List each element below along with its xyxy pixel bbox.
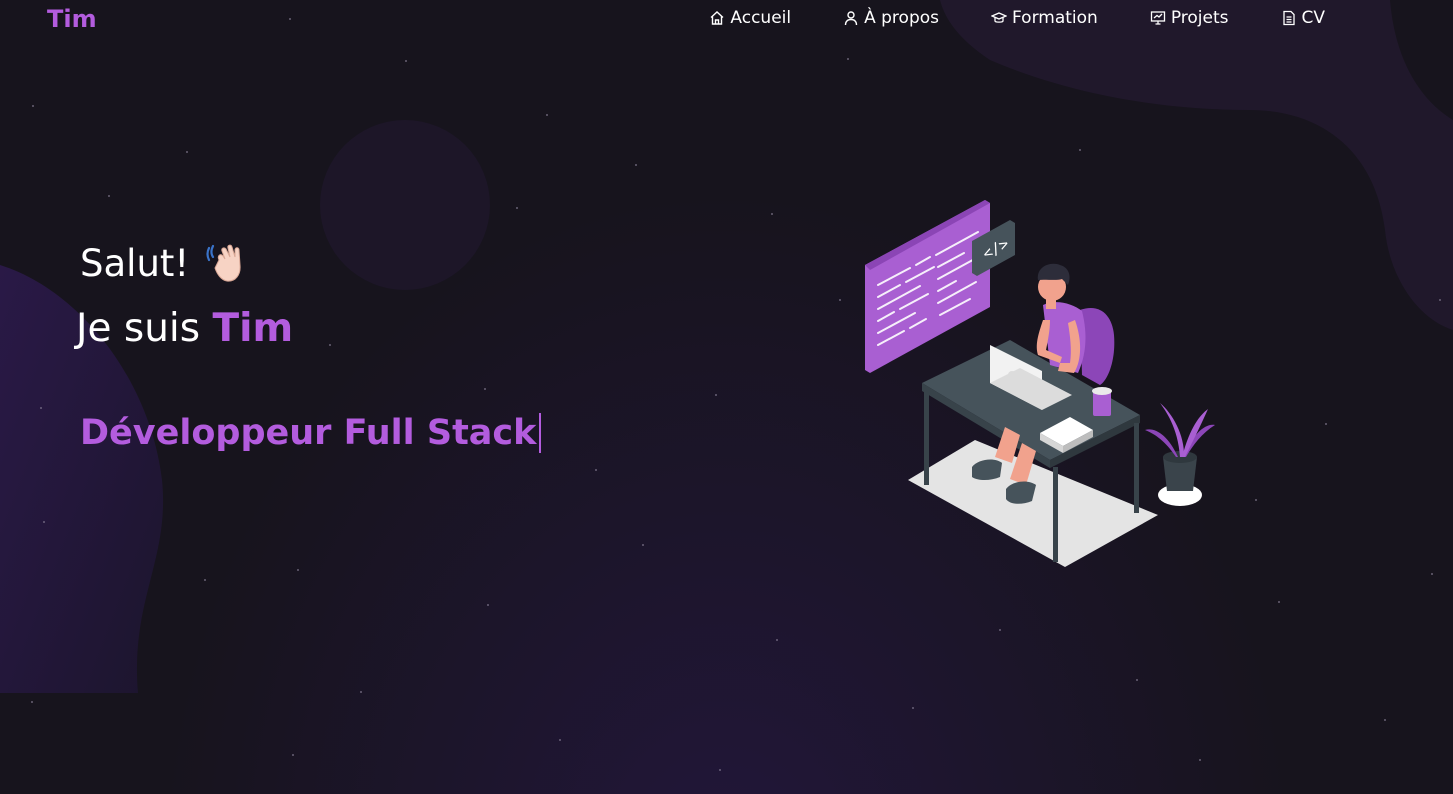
page: Tim Accueil À propos Formation Projets C… xyxy=(0,0,1453,794)
logo-link[interactable]: Tim xyxy=(47,5,97,33)
home-icon xyxy=(710,11,724,25)
presentation-icon xyxy=(1150,11,1165,25)
nav-item-label: Formation xyxy=(1012,8,1098,28)
nav-item-a-propos[interactable]: À propos xyxy=(843,8,939,28)
nav-item-label: Projets xyxy=(1170,8,1229,28)
developer-at-desk-illustration: </> xyxy=(865,200,1215,567)
document-icon xyxy=(1282,10,1295,26)
intro-line: Je suis Tim xyxy=(76,306,541,351)
waving-hand-icon xyxy=(206,244,241,282)
hero-section: Salut! Je suis Tim Développeur Full Stac… xyxy=(76,238,542,453)
role-text: Développeur Full Stack xyxy=(80,413,537,453)
nav-item-label: CV xyxy=(1301,8,1326,28)
nav-item-label: Accueil xyxy=(730,8,792,28)
intro-name: Tim xyxy=(212,306,294,351)
intro-prefix: Je suis xyxy=(76,306,201,351)
nav-item-label: À propos xyxy=(864,8,939,28)
graduation-cap-icon xyxy=(991,12,1007,23)
nav-item-cv[interactable]: CV xyxy=(1281,8,1326,28)
greeting: Salut! xyxy=(80,238,541,288)
nav-item-formation[interactable]: Formation xyxy=(991,8,1098,28)
nav-item-accueil[interactable]: Accueil xyxy=(709,8,791,28)
greeting-text: Salut! xyxy=(80,241,190,285)
nav-links: Accueil À propos Formation Projets CV xyxy=(657,8,1325,28)
user-icon xyxy=(844,11,858,26)
typing-cursor xyxy=(539,413,542,453)
role-typewriter: Développeur Full Stack xyxy=(80,413,542,453)
nav-item-projets[interactable]: Projets xyxy=(1150,8,1229,28)
navbar: Tim Accueil À propos Formation Projets C… xyxy=(0,0,1453,40)
